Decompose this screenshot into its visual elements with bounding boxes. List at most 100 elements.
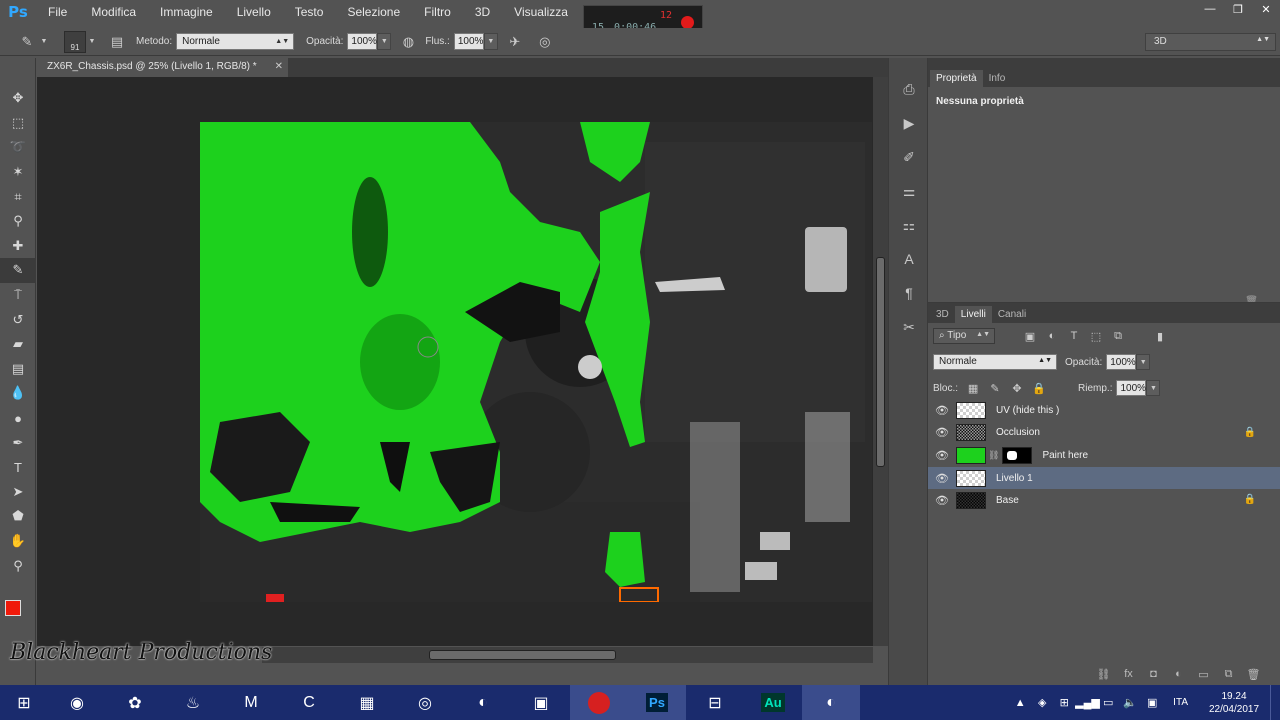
magic-wand-tool-icon[interactable]: ✶	[0, 160, 36, 185]
lock-all-icon[interactable]: 🔒	[1028, 380, 1050, 396]
flow-input[interactable]: 100%	[453, 33, 484, 50]
airbrush-icon[interactable]: ✈	[504, 31, 526, 53]
canvas-area[interactable]	[37, 77, 873, 646]
taskbar-ccleaner-icon[interactable]: C	[280, 685, 338, 720]
adjustment-layer-icon[interactable]: ◐	[1166, 668, 1191, 680]
clone-stamp-tool-icon[interactable]: ⍑	[0, 283, 36, 308]
shape-tool-icon[interactable]: ⬟	[0, 504, 36, 529]
dodge-tool-icon[interactable]: ●	[0, 406, 36, 431]
character-panel-icon[interactable]: A	[889, 242, 929, 276]
styles-panel-icon[interactable]: ⚏	[889, 208, 929, 242]
layer-style-icon[interactable]: fx	[1116, 668, 1141, 680]
tool-presets-icon[interactable]: ✂	[889, 310, 929, 344]
menu-visualizza[interactable]: Visualizza	[502, 0, 580, 24]
opacity-input[interactable]: 100%	[347, 33, 378, 50]
chain-link-icon[interactable]: ⛓	[988, 450, 999, 461]
show-desktop-button[interactable]	[1270, 685, 1280, 720]
blur-tool-icon[interactable]: 💧	[0, 381, 36, 406]
taskbar-app-icon[interactable]: ▣	[512, 685, 570, 720]
visibility-eye-icon[interactable]: 👁	[928, 404, 956, 417]
link-layers-icon[interactable]: ⛓	[1091, 668, 1116, 681]
language-indicator[interactable]: ITA	[1163, 697, 1198, 708]
foreground-color-swatch[interactable]	[5, 600, 21, 616]
new-group-icon[interactable]: ▭	[1191, 668, 1216, 681]
taskbar-malwarebytes-icon[interactable]: M	[222, 685, 280, 720]
taskbar-app-icon[interactable]: ◉	[48, 685, 106, 720]
menu-immagine[interactable]: Immagine	[148, 0, 225, 24]
taskbar-audition-icon[interactable]: Au	[744, 685, 802, 720]
tab-channels[interactable]: Canali	[992, 306, 1032, 323]
battery-icon[interactable]: ▭	[1097, 696, 1119, 709]
layer-row-uv[interactable]: 👁 UV (hide this )	[928, 399, 1280, 422]
opacity-dropdown-icon[interactable]: ▼	[377, 33, 392, 50]
layer-opacity-dropdown-icon[interactable]: ▼	[1136, 354, 1151, 370]
menu-3d[interactable]: 3D	[463, 0, 502, 24]
scrollbar-thumb[interactable]	[876, 257, 885, 467]
visibility-eye-icon[interactable]: 👁	[928, 426, 956, 439]
eraser-tool-icon[interactable]: ▰	[0, 332, 36, 357]
menu-livello[interactable]: Livello	[225, 0, 283, 24]
pressure-size-icon[interactable]: ◎	[534, 31, 556, 53]
layer-row-occlusion[interactable]: 👁 Occlusion 🔒	[928, 422, 1280, 445]
menu-testo[interactable]: Testo	[283, 0, 336, 24]
menu-file[interactable]: File	[36, 0, 79, 24]
visibility-eye-icon[interactable]: 👁	[928, 449, 956, 462]
blend-mode-select[interactable]: Normale ▲▼	[933, 354, 1057, 370]
close-button[interactable]: ✕	[1252, 0, 1280, 18]
menu-filtro[interactable]: Filtro	[412, 0, 463, 24]
history-brush-tool-icon[interactable]: ↺	[0, 307, 36, 332]
lasso-tool-icon[interactable]: ➰	[0, 135, 36, 160]
adjustments-icon[interactable]: ⚌	[889, 174, 929, 208]
layer-row-paint-here[interactable]: 👁 ⛓ Paint here	[928, 444, 1280, 467]
filter-toggle-icon[interactable]: ▮	[1149, 328, 1171, 344]
taskbar-app-icon[interactable]: ⊟	[686, 685, 744, 720]
healing-brush-tool-icon[interactable]: ✚	[0, 234, 36, 259]
document-tab[interactable]: ZX6R_Chassis.psd @ 25% (Livello 1, RGB/8…	[37, 58, 288, 77]
smart-object-filter-icon[interactable]: ⧉	[1107, 328, 1129, 344]
visibility-eye-icon[interactable]: 👁	[928, 472, 956, 485]
hand-tool-icon[interactable]: ✋	[0, 529, 36, 554]
fill-input[interactable]: 100%	[1116, 380, 1147, 396]
minimize-button[interactable]: —	[1196, 0, 1224, 18]
tray-app-icon[interactable]: ◈	[1031, 696, 1053, 709]
tab-properties[interactable]: Proprietà	[930, 70, 983, 87]
visibility-eye-icon[interactable]: 👁	[928, 494, 956, 507]
marquee-tool-icon[interactable]: ⬚	[0, 111, 36, 136]
lock-position-icon[interactable]: ✥	[1006, 380, 1028, 396]
scrollbar-thumb[interactable]	[429, 650, 616, 660]
vertical-scrollbar[interactable]	[873, 77, 888, 646]
taskbar-firefox-icon[interactable]: ◐	[802, 685, 860, 720]
taskbar-photoshop-icon[interactable]: Ps	[628, 685, 686, 720]
tab-3d[interactable]: 3D	[930, 306, 955, 323]
menu-modifica[interactable]: Modifica	[79, 0, 148, 24]
brush-tool-icon[interactable]: ✎	[16, 31, 38, 53]
lock-pixels-icon[interactable]: ✎	[984, 380, 1006, 396]
taskbar-firefox-icon[interactable]: ◐	[454, 685, 512, 720]
layer-filter-select[interactable]: ⌕ Tipo ▲▼	[933, 328, 995, 344]
menu-selezione[interactable]: Selezione	[335, 0, 412, 24]
start-button-icon[interactable]: ⊞	[0, 685, 48, 720]
eyedropper-tool-icon[interactable]: ⚲	[0, 209, 36, 234]
fill-dropdown-icon[interactable]: ▼	[1146, 380, 1161, 396]
taskbar-media-icon[interactable]: ▦	[338, 685, 396, 720]
tab-layers[interactable]: Livelli	[954, 306, 992, 323]
layer-row-livello-1[interactable]: 👁 Livello 1	[928, 466, 1280, 490]
taskbar-chrome-icon[interactable]: ◎	[396, 685, 454, 720]
tray-expand-icon[interactable]: ▲	[1009, 697, 1031, 709]
brush-preset-picker[interactable]: 91	[64, 30, 86, 53]
pen-tool-icon[interactable]: ✒	[0, 430, 36, 455]
pressure-opacity-icon[interactable]: ◍	[397, 31, 419, 53]
tray-windows-icon[interactable]: ⊞	[1053, 696, 1075, 709]
brush-dropdown-icon[interactable]: ▼	[86, 31, 98, 53]
adjustment-filter-icon[interactable]: ◐	[1041, 328, 1063, 344]
document-canvas[interactable]	[200, 122, 872, 602]
taskbar-steam-icon[interactable]: ♨	[164, 685, 222, 720]
tab-info[interactable]: Info	[983, 70, 1012, 87]
brush-tool-icon[interactable]: ✎	[0, 258, 36, 283]
new-layer-icon[interactable]: ⧉	[1216, 668, 1241, 681]
zoom-tool-icon[interactable]: ⚲	[0, 553, 36, 578]
lock-transparency-icon[interactable]: ▦	[962, 380, 984, 396]
taskbar-app-icon[interactable]: ✿	[106, 685, 164, 720]
tool-preset-dropdown-icon[interactable]: ▼	[38, 31, 50, 53]
layer-row-base[interactable]: 👁 Base 🔒	[928, 489, 1280, 512]
